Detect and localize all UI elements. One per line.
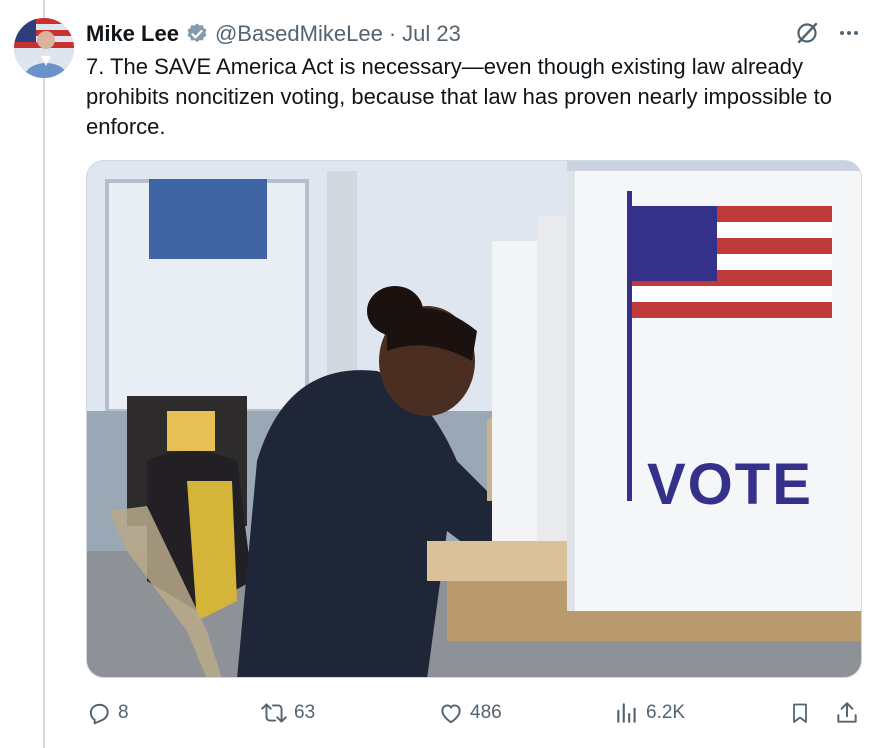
- flag-graphic: [632, 206, 832, 318]
- reply-count: 8: [118, 702, 129, 723]
- vote-sign: VOTE: [647, 452, 813, 517]
- share-icon: [837, 702, 857, 723]
- repost-count: 63: [294, 702, 316, 723]
- views-button[interactable]: 6.2K: [614, 700, 685, 726]
- bookmark-icon: [793, 703, 807, 723]
- tweet-photo[interactable]: VOTE: [86, 160, 862, 678]
- grok-icon[interactable]: [794, 20, 820, 46]
- bookmark-button[interactable]: [788, 700, 812, 726]
- repost-button[interactable]: 63: [260, 700, 315, 726]
- repost-icon: [261, 703, 287, 723]
- header-actions: [794, 20, 860, 46]
- verified-badge-icon: [185, 22, 209, 46]
- avatar[interactable]: [14, 18, 74, 78]
- like-button[interactable]: 486: [438, 700, 502, 726]
- more-options-icon[interactable]: [838, 22, 860, 44]
- tweet-action-bar: 8 63 486 6.2K: [86, 695, 864, 731]
- tweet-text: 7. The SAVE America Act is necessary—eve…: [86, 54, 832, 139]
- tweet-date[interactable]: Jul 23: [402, 21, 461, 47]
- voting-booth-photo: [87, 161, 861, 677]
- reply-button[interactable]: 8: [86, 700, 129, 726]
- author-handle[interactable]: @BasedMikeLee: [215, 21, 383, 47]
- separator-dot: ·: [388, 21, 397, 46]
- tweet[interactable]: Mike Lee @BasedMikeLee · Jul 23 7. The S: [0, 0, 884, 748]
- author-name[interactable]: Mike Lee: [86, 21, 179, 47]
- share-button[interactable]: [834, 700, 860, 726]
- reply-icon: [89, 703, 109, 725]
- tweet-header: Mike Lee @BasedMikeLee · Jul 23: [86, 18, 461, 50]
- analytics-icon: [617, 703, 636, 723]
- background-sign: [149, 179, 267, 259]
- view-count: 6.2K: [646, 702, 686, 723]
- avatar-image: [14, 18, 74, 78]
- like-count: 486: [470, 702, 502, 723]
- heart-icon: [441, 704, 461, 724]
